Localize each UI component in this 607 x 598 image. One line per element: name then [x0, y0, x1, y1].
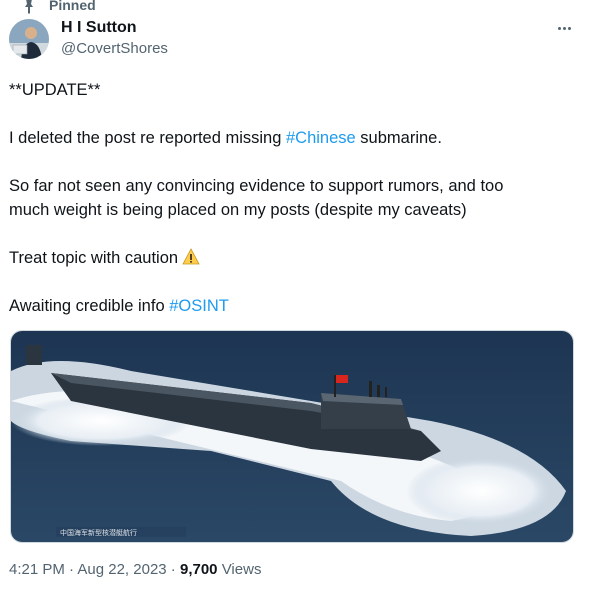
warning-icon — [182, 248, 200, 265]
pin-icon — [25, 0, 33, 14]
tweet-line: **UPDATE** — [9, 81, 101, 99]
tweet-date[interactable]: Aug 22, 2023 — [77, 561, 166, 578]
views-count: 9,700 — [179, 561, 218, 578]
tweet-time[interactable]: 4:21 PM — [9, 561, 65, 578]
pinned-label: Pinned — [49, 0, 96, 13]
tweet-line: So far not seen any convincing evidence … — [9, 177, 504, 195]
tweet-line: I deleted the post re reported missing #… — [9, 126, 442, 150]
tweet-text-span: Treat topic with caution — [9, 249, 179, 267]
tweet-image[interactable]: 中国海军新型核潜艇航行 — [10, 330, 574, 543]
more-options-button[interactable] — [551, 17, 577, 39]
tweet-line: much weight is being placed on my posts … — [9, 201, 467, 219]
hashtag-chinese[interactable]: #Chinese — [286, 129, 356, 147]
avatar[interactable] — [9, 19, 49, 59]
image-caption: 中国海军新型核潜艇航行 — [60, 528, 137, 537]
author-handle[interactable]: @CovertShores — [61, 40, 168, 57]
author-name[interactable]: H I Sutton — [61, 19, 137, 37]
meta-separator: · — [166, 561, 180, 578]
views-label: Views — [217, 561, 262, 578]
tweet-meta: 4:21 PM · Aug 22, 2023 · 9,700 Views — [9, 561, 261, 578]
submarine-photo: 中国海军新型核潜艇航行 — [11, 331, 573, 542]
more-icon — [557, 26, 561, 30]
tweet-line: Awaiting credible info #OSINT — [9, 294, 229, 318]
tweet-line: Treat topic with caution — [9, 246, 200, 270]
meta-separator: · — [64, 561, 78, 578]
tweet-text-span: I deleted the post re reported missing — [9, 129, 286, 147]
tweet-text-span: submarine. — [355, 129, 442, 147]
hashtag-osint[interactable]: #OSINT — [169, 297, 229, 315]
tweet-text-span: Awaiting credible info — [9, 297, 170, 315]
